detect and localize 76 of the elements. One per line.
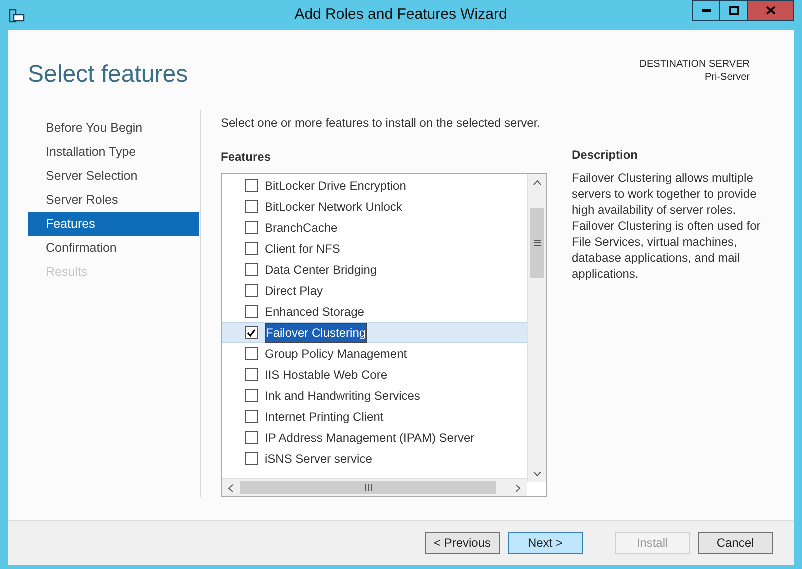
feature-label: BitLocker Drive Encryption (265, 178, 406, 194)
feature-row[interactable]: iSNS Server service (222, 448, 527, 469)
feature-row[interactable]: Client for NFS (222, 238, 527, 259)
wizard-step[interactable]: Installation Type (28, 140, 199, 164)
minimize-button[interactable] (692, 0, 720, 21)
instruction-text: Select one or more features to install on the selected server. (221, 115, 542, 132)
checkbox[interactable] (245, 389, 258, 402)
feature-row[interactable]: Data Center Bridging (222, 259, 527, 280)
feature-row[interactable]: Enhanced Storage (222, 301, 527, 322)
wizard-button[interactable]: < Previous (425, 532, 500, 554)
feature-label: IP Address Management (IPAM) Server (265, 430, 475, 446)
wizard-step[interactable]: Server Selection (28, 164, 199, 188)
wizard-button[interactable]: Next > (508, 532, 583, 554)
minimize-icon (702, 9, 710, 12)
feature-label: Enhanced Storage (265, 304, 364, 320)
window-title: Add Roles and Features Wizard (294, 4, 508, 25)
feature-label: Data Center Bridging (265, 262, 378, 278)
destination-label: DESTINATION SERVER (640, 58, 750, 71)
feature-label: Internet Printing Client (265, 408, 384, 426)
feature-row[interactable]: Direct Play (222, 280, 527, 301)
destination-server: Pri-Server (704, 71, 750, 84)
horizontal-scrollbar[interactable] (222, 478, 527, 496)
checkbox[interactable] (245, 221, 258, 234)
wizard-button[interactable]: Cancel (698, 532, 773, 554)
wizard-step[interactable]: Before You Begin (28, 116, 199, 140)
wizard-step[interactable]: Confirmation (28, 236, 199, 260)
scroll-thumb[interactable] (530, 208, 544, 278)
checkbox[interactable] (245, 410, 258, 423)
feature-row[interactable]: Internet Printing Client (222, 406, 527, 427)
app-icon (9, 9, 25, 23)
feature-label: Group Policy Management (265, 346, 408, 362)
feature-row[interactable]: Failover Clustering (222, 322, 527, 343)
description-text: Failover Clustering allows multiple servers to work together to provide high availability of server roles. Failover Clustering is often used for File Services, virtual machines, database applications, and mail applications. (572, 170, 762, 282)
page-title: Select features (28, 60, 188, 90)
feature-label: iSNS Server service (265, 450, 372, 468)
feature-row[interactable]: Ink and Handwriting Services (222, 385, 527, 406)
checkbox[interactable] (245, 452, 258, 465)
feature-row[interactable]: BranchCache (222, 217, 527, 238)
scroll-down-icon (533, 472, 542, 477)
checkbox[interactable] (245, 200, 258, 213)
feature-label: Direct Play (265, 282, 324, 300)
checkbox[interactable] (245, 305, 258, 318)
checkbox[interactable] (245, 326, 258, 339)
feature-row[interactable]: Group Policy Management (222, 343, 527, 364)
wizard-step[interactable]: Features (28, 212, 199, 236)
scroll-right-icon (516, 484, 521, 493)
feature-label: Failover Clustering (265, 322, 368, 342)
wizard-step[interactable]: Server Roles (28, 188, 199, 212)
close-button[interactable] (748, 0, 794, 21)
scroll-up-icon (533, 180, 542, 185)
scroll-left-icon (228, 484, 233, 493)
checkbox[interactable] (245, 368, 258, 381)
feature-label: BranchCache (265, 220, 338, 236)
maximize-icon (728, 6, 738, 15)
scroll-thumb[interactable] (240, 481, 496, 494)
feature-label: BitLocker Network Unlock (265, 198, 402, 216)
vertical-scrollbar[interactable] (527, 174, 546, 482)
description-heading: Description (572, 147, 640, 164)
grip-icon (364, 484, 372, 491)
checkbox[interactable] (245, 284, 258, 297)
feature-row[interactable]: IIS Hostable Web Core (222, 364, 527, 385)
checkbox[interactable] (245, 179, 258, 192)
features-heading: Features (221, 149, 272, 166)
checkbox[interactable] (245, 242, 258, 255)
checkbox[interactable] (245, 347, 258, 360)
feature-row[interactable]: IP Address Management (IPAM) Server (222, 427, 527, 448)
feature-label: Ink and Handwriting Services (265, 388, 420, 404)
checkbox[interactable] (245, 263, 258, 276)
close-icon (766, 6, 776, 15)
feature-label: Client for NFS (265, 240, 340, 258)
grip-icon (534, 240, 540, 246)
feature-row[interactable]: BitLocker Network Unlock (222, 196, 527, 217)
feature-row[interactable]: BitLocker Drive Encryption (222, 175, 527, 196)
feature-label: IIS Hostable Web Core (265, 366, 388, 384)
check-icon (247, 328, 256, 336)
checkbox[interactable] (245, 431, 258, 444)
